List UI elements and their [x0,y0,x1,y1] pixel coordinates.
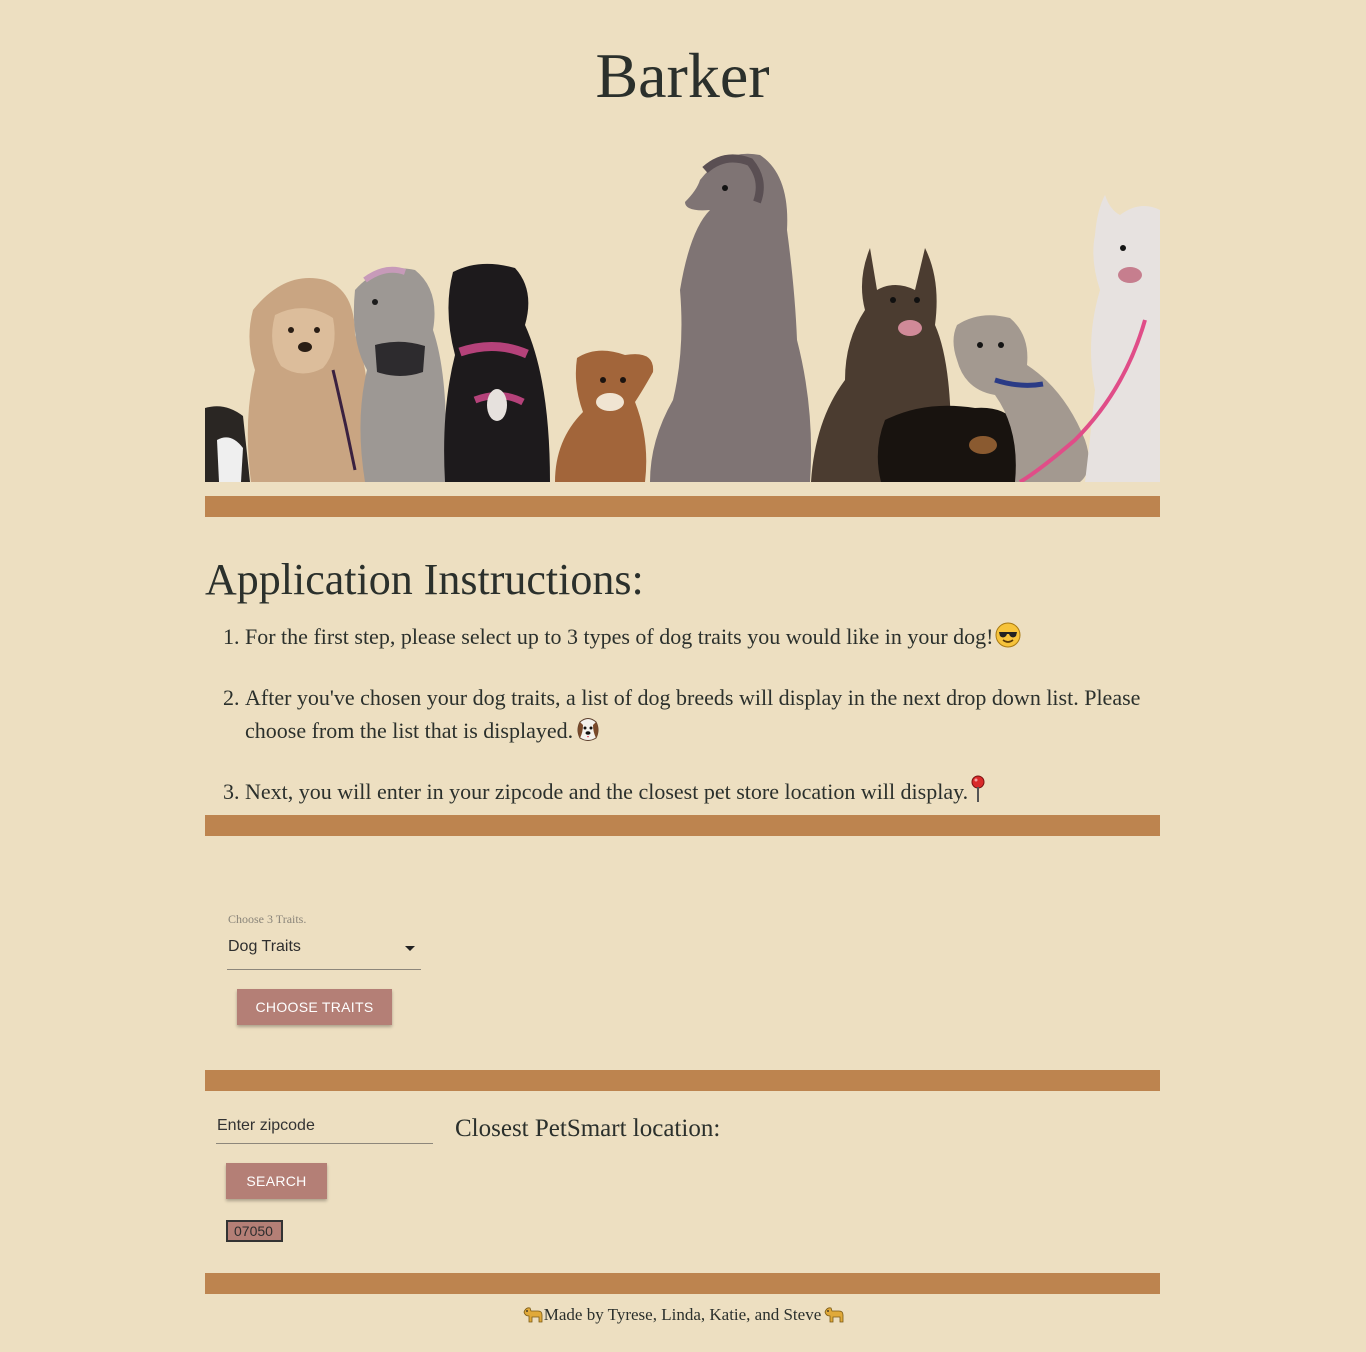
dog-brown-mix [555,350,654,482]
choose-traits-button[interactable]: CHOOSE TRAITS [237,989,392,1025]
closest-location-heading: Closest PetSmart location: [455,1115,721,1142]
dog-grey-poodle-mix [353,266,447,482]
instructions-heading: Application Instructions: [205,555,644,604]
page-title: Barker [595,40,770,111]
saved-zipcode-button[interactable]: 07050 [226,1220,283,1242]
caret-down-icon [405,946,415,951]
dog-standard-poodle [650,153,812,482]
divider [205,496,1160,517]
divider [205,1273,1160,1294]
round-pushpin-icon [970,775,986,812]
footer-credits: Made by Tyrese, Linda, Katie, and Steve [543,1305,822,1324]
traits-select-value: Dog Traits [228,938,301,955]
dog-dachshund [877,405,1026,482]
footer: Made by Tyrese, Linda, Katie, and Steve [205,1303,1160,1330]
instruction-step: For the first step, please select up to … [245,620,1165,657]
dog-black-lab [444,263,550,482]
dog-icon [823,1305,845,1330]
instruction-step: Next, you will enter in your zipcode and… [245,775,1165,812]
dog-wheaten [247,278,370,482]
search-button[interactable]: SEARCH [226,1163,327,1199]
dog-icon [522,1305,544,1330]
instructions-list: For the first step, please select up to … [205,620,1165,836]
traits-select[interactable]: Dog Traits [227,934,421,970]
traits-select-label: Choose 3 Traits. [228,912,307,926]
instruction-step: After you've chosen your dog traits, a l… [245,681,1165,751]
dogs-banner-image [205,153,1160,482]
zipcode-input[interactable] [216,1108,433,1144]
divider [205,1070,1160,1091]
divider [205,815,1160,836]
sunglasses-face-icon [995,622,1021,657]
dog-face-icon [575,716,601,751]
